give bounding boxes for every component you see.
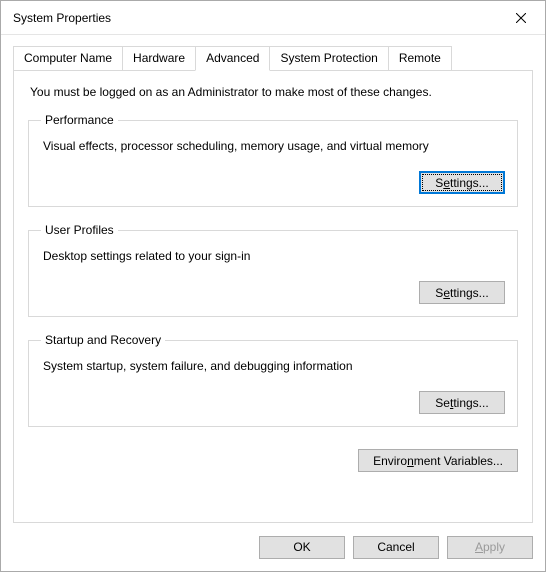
cancel-button[interactable]: Cancel [353,536,439,559]
group-performance-desc: Visual effects, processor scheduling, me… [43,139,505,153]
tab-advanced[interactable]: Advanced [195,46,270,71]
group-startup-recovery: Startup and Recovery System startup, sys… [28,333,518,427]
group-user-profiles-desc: Desktop settings related to your sign-in [43,249,505,263]
user-profiles-settings-button[interactable]: Settings... [419,281,505,304]
group-performance-title: Performance [41,113,118,127]
startup-recovery-settings-button[interactable]: Settings... [419,391,505,414]
group-performance: Performance Visual effects, processor sc… [28,113,518,207]
group-startup-recovery-title: Startup and Recovery [41,333,165,347]
group-user-profiles: User Profiles Desktop settings related t… [28,223,518,317]
dialog-content: Computer Name Hardware Advanced System P… [1,35,545,523]
ok-button[interactable]: OK [259,536,345,559]
environment-variables-button[interactable]: Environment Variables... [358,449,518,472]
intro-text: You must be logged on as an Administrato… [30,85,518,99]
titlebar: System Properties [1,1,545,35]
tab-remote[interactable]: Remote [388,46,452,71]
tab-hardware[interactable]: Hardware [122,46,196,71]
close-button[interactable] [499,3,543,33]
dialog-footer: OK Cancel Apply [1,523,545,571]
tab-panel-advanced: You must be logged on as an Administrato… [13,70,533,523]
group-startup-recovery-desc: System startup, system failure, and debu… [43,359,505,373]
system-properties-window: System Properties Computer Name Hardware… [0,0,546,572]
tab-computer-name[interactable]: Computer Name [13,46,123,71]
tab-system-protection[interactable]: System Protection [269,46,388,71]
group-user-profiles-title: User Profiles [41,223,118,237]
performance-settings-button[interactable]: Settings... [419,171,505,194]
close-icon [516,13,526,23]
tabstrip: Computer Name Hardware Advanced System P… [13,45,533,70]
window-title: System Properties [13,11,499,25]
apply-button[interactable]: Apply [447,536,533,559]
